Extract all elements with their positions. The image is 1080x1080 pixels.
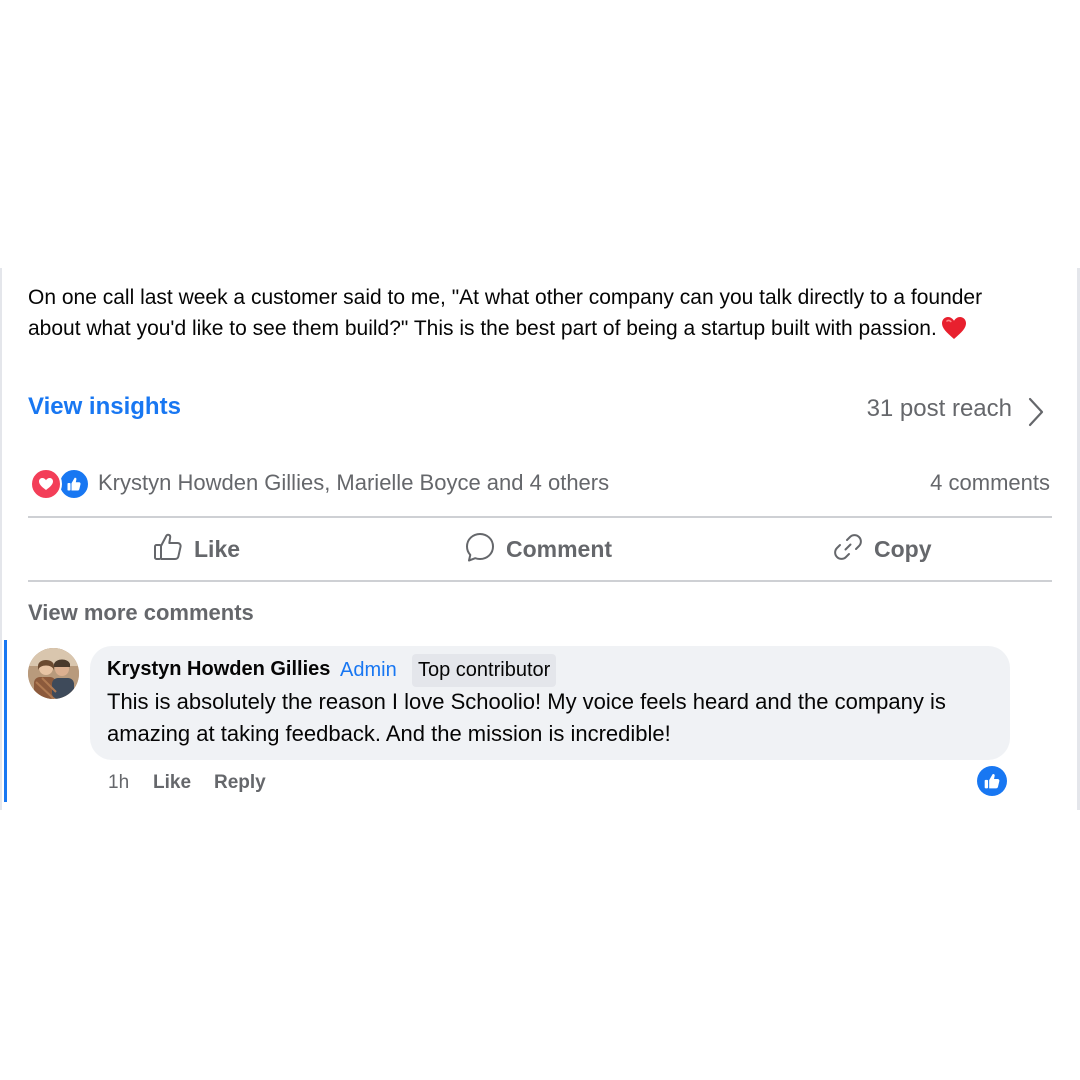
thumbs-up-icon: [152, 531, 184, 569]
copy-button[interactable]: Copy: [832, 519, 932, 580]
comment-text: This is absolutely the reason I love Sch…: [107, 689, 946, 746]
comment-bubble-icon: [464, 531, 496, 569]
avatar[interactable]: [28, 648, 79, 699]
love-reaction-icon: [30, 468, 62, 500]
chevron-right-icon[interactable]: [1026, 397, 1046, 432]
divider: [28, 516, 1052, 518]
comment-label: Comment: [506, 536, 613, 562]
comment-author[interactable]: Krystyn Howden Gillies: [107, 658, 330, 681]
view-more-comments-link[interactable]: View more comments: [28, 600, 254, 626]
post-body: On one call last week a customer said to…: [28, 286, 983, 340]
like-label: Like: [194, 536, 241, 562]
comment-highlight-bar: [4, 640, 7, 802]
comments-count[interactable]: 4 comments: [930, 470, 1050, 496]
top-contributor-badge: Top contributor: [412, 654, 557, 687]
comment-timestamp[interactable]: 1h: [108, 772, 129, 794]
reactions-row: Krystyn Howden Gillies, Marielle Boyce a…: [28, 466, 1052, 502]
post-actions: Like Comment Copy: [28, 519, 1052, 580]
comment-like-button[interactable]: Like: [153, 772, 191, 794]
comment-bubble: Krystyn Howden Gillies Admin Top contrib…: [90, 646, 1010, 760]
reaction-names[interactable]: Krystyn Howden Gillies, Marielle Boyce a…: [98, 470, 609, 496]
post-reach[interactable]: 31 post reach: [867, 395, 1012, 423]
link-icon: [832, 531, 864, 569]
admin-badge: Admin: [340, 659, 397, 681]
card-left-border: [0, 268, 2, 810]
heart-emoji-icon: [941, 316, 967, 349]
comment-reply-button[interactable]: Reply: [214, 772, 266, 794]
view-insights-link[interactable]: View insights: [28, 393, 181, 421]
like-reaction-icon: [58, 468, 90, 500]
copy-label: Copy: [874, 536, 932, 562]
comment-button[interactable]: Comment: [464, 519, 612, 580]
like-reaction-icon[interactable]: [977, 766, 1007, 796]
insights-row: View insights 31 post reach: [28, 393, 1052, 429]
post-text: On one call last week a customer said to…: [28, 282, 1038, 349]
reaction-icons[interactable]: [30, 468, 94, 500]
divider: [28, 580, 1052, 582]
like-button[interactable]: Like: [152, 519, 240, 580]
